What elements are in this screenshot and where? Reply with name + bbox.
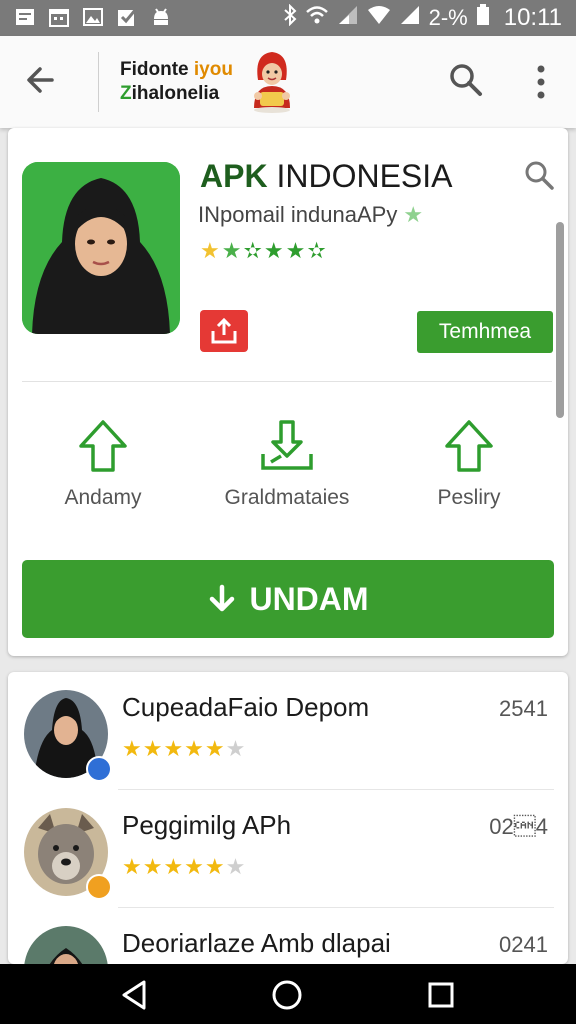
card-divider — [22, 381, 552, 382]
secondary-button[interactable]: Temhmea — [417, 311, 553, 353]
android-icon — [150, 6, 172, 28]
signal-icon — [337, 5, 359, 31]
action-item-1[interactable]: Andamy — [18, 418, 188, 510]
overflow-menu-button[interactable] — [528, 62, 554, 102]
back-arrow-icon — [27, 67, 54, 93]
logo-line2: ihalonelia — [131, 83, 220, 104]
list-item-title: CupeadaFaio Depom — [122, 692, 370, 722]
search-button[interactable] — [446, 60, 486, 100]
circle-home-icon — [272, 980, 302, 1010]
logo-line1: Fidonte — [120, 59, 189, 80]
star-half-icon: ★ — [221, 238, 244, 263]
nav-home-button[interactable] — [270, 978, 304, 1012]
notification-icons — [14, 6, 172, 28]
list-item[interactable]: CupeadaFaio Depom 2541 ★★★★★★ — [8, 672, 568, 790]
battery-icon — [476, 4, 490, 32]
app-logo: Fidonte iyou Zihalonelia — [120, 58, 233, 106]
award-badge-icon — [86, 874, 112, 900]
app-list-card: CupeadaFaio Depom 2541 ★★★★★★ Peggimilg … — [8, 672, 568, 964]
search-icon — [525, 161, 554, 190]
download-tray-icon — [261, 420, 313, 470]
app-rating: ★★✫★★✫ — [200, 238, 328, 264]
list-item-title: Peggimilg APh — [122, 810, 292, 840]
list-item-title: Deoriarlaze Amb dlapai — [122, 928, 391, 958]
wifi-icon — [305, 5, 329, 31]
notification-icon — [14, 6, 36, 28]
list-item-rating: ★★★★★★ — [122, 854, 247, 879]
share-button[interactable] — [200, 310, 248, 352]
action-label-3: Pesliry — [437, 486, 501, 509]
list-item-count: 2541 — [499, 696, 548, 721]
woman-portrait-icon — [22, 162, 180, 334]
app-detail-card: APK INDONESIA INpomail indunaAPy ★ ★★✫★★✫… — [8, 128, 568, 656]
star-icon: ★ — [285, 238, 308, 263]
app-subtitle: INpomail indunaAPy ★ — [198, 202, 424, 227]
nav-recents-button[interactable] — [424, 978, 458, 1012]
nav-back-button[interactable] — [118, 978, 152, 1012]
download-icon — [210, 584, 235, 612]
list-item-count: 0241 — [499, 932, 548, 957]
app-title: APK INDONESIA — [200, 158, 453, 194]
wifi-full-icon — [367, 5, 391, 31]
list-item[interactable]: Deoriarlaze Amb dlapai 0241 — [8, 908, 568, 964]
scrollbar[interactable] — [556, 222, 564, 418]
star-icon: ★ — [200, 238, 222, 263]
search-icon — [450, 64, 482, 96]
list-item-count: 024 — [489, 814, 548, 839]
verified-badge-icon — [86, 756, 112, 782]
app-bar: Fidonte iyou Zihalonelia — [0, 36, 576, 128]
list-item[interactable]: Peggimilg APh 024 ★★★★★★ — [8, 790, 568, 908]
avatar — [24, 926, 108, 964]
list-item-rating: ★★★★★★ — [122, 736, 247, 761]
subtitle-star-icon: ★ — [403, 202, 424, 227]
logo-line2-accent: Z — [120, 83, 132, 104]
triangle-back-icon — [122, 980, 146, 1010]
arrow-up-icon — [79, 420, 127, 472]
woman-avatar-icon — [24, 926, 108, 964]
arrow-up-icon — [445, 420, 493, 472]
share-upload-icon — [211, 317, 237, 344]
signal-full-icon — [399, 5, 421, 31]
bluetooth-icon — [283, 3, 297, 32]
star-icon: ★ — [263, 238, 286, 263]
status-bar: 2-% 10:11 — [0, 0, 576, 36]
back-button[interactable] — [22, 60, 62, 100]
card-search-button[interactable] — [522, 158, 556, 192]
image-icon — [82, 6, 104, 28]
mascot-icon — [254, 52, 290, 113]
install-button[interactable]: UNDAM — [22, 560, 554, 638]
app-icon[interactable] — [22, 162, 180, 334]
action-item-2[interactable]: Graldmataies — [202, 418, 372, 510]
install-label: UNDAM — [249, 580, 369, 617]
star-outline-icon: ✫ — [243, 238, 264, 263]
star-outline-icon: ✫ — [307, 238, 328, 263]
action-item-3[interactable]: Pesliry — [384, 418, 554, 510]
action-label-2: Graldmataies — [224, 486, 350, 509]
calendar-icon — [48, 6, 70, 28]
clock: 10:11 — [503, 4, 562, 31]
checkbox-icon — [116, 6, 138, 28]
battery-percent: 2-% — [428, 5, 468, 30]
logo-line1-accent: iyou — [193, 59, 233, 80]
system-icons: 2-% 10:11 — [283, 3, 562, 32]
navigation-bar — [0, 964, 576, 1024]
square-recents-icon — [428, 982, 454, 1008]
more-vert-icon — [537, 65, 545, 99]
action-label-1: Andamy — [64, 486, 142, 509]
app-bar-divider — [98, 52, 99, 112]
